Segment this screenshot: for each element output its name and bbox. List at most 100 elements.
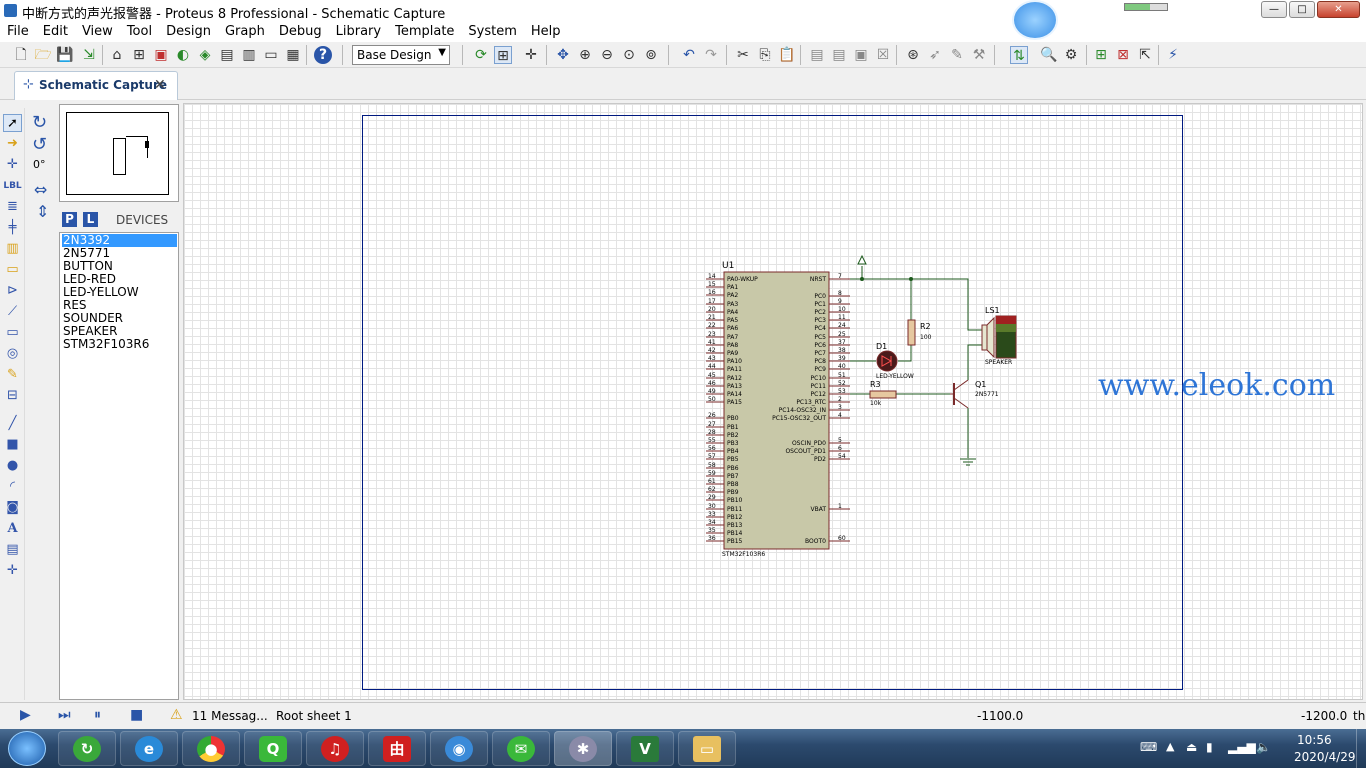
taskbar-app[interactable]: ● xyxy=(182,731,240,766)
tab-close-icon[interactable]: ✕ xyxy=(154,77,166,93)
stop-button[interactable]: ■ xyxy=(130,707,143,723)
virtual-instruments-icon[interactable]: ⊟ xyxy=(3,387,22,405)
exit-to-parent-icon[interactable]: ⇱ xyxy=(1136,46,1154,64)
taskbar-app[interactable]: ▭ xyxy=(678,731,736,766)
tray-arrow-icon[interactable]: ▲ xyxy=(1166,740,1174,753)
zoom-all-icon[interactable]: ⊙ xyxy=(620,46,638,64)
bom-icon[interactable]: ▤ xyxy=(218,46,236,64)
3d-icon[interactable]: ◈ xyxy=(196,46,214,64)
save-icon[interactable]: 💾 xyxy=(56,46,74,64)
clock-date[interactable]: 2020/4/29 xyxy=(1294,750,1356,764)
line-icon[interactable]: ╱ xyxy=(3,415,22,433)
taskbar-app[interactable]: ✱ xyxy=(554,731,612,766)
taskbar-app[interactable]: Q xyxy=(244,731,302,766)
zoom-area-icon[interactable]: ⊚ xyxy=(642,46,660,64)
menu-debug[interactable]: Debug xyxy=(272,22,329,42)
menu-library[interactable]: Library xyxy=(329,22,388,42)
menu-design[interactable]: Design xyxy=(159,22,218,42)
signal-icon[interactable]: ▂▄▆ xyxy=(1228,740,1256,754)
block-rotate-icon[interactable]: ▣ xyxy=(852,46,870,64)
volume-icon[interactable]: 🔈 xyxy=(1256,740,1271,754)
schematic-icon[interactable]: ⊞ xyxy=(130,46,148,64)
device-pins-icon[interactable]: ⊳ xyxy=(3,282,22,300)
design-notes-icon[interactable]: ▥ xyxy=(240,46,258,64)
undo-icon[interactable]: ↶ xyxy=(680,46,698,64)
copy-icon[interactable]: ⎘ xyxy=(756,46,774,64)
keyboard-icon[interactable]: ⌨ xyxy=(1140,740,1157,754)
graph-icon[interactable]: ⟋ xyxy=(3,303,22,321)
device-item[interactable]: STM32F103R6 xyxy=(62,338,177,351)
gerber-icon[interactable]: ◐ xyxy=(174,46,192,64)
taskbar-app[interactable]: ↻ xyxy=(58,731,116,766)
menu-system[interactable]: System xyxy=(461,22,523,42)
mirror-vertical-icon[interactable]: ⇕ xyxy=(36,202,49,221)
messages-count[interactable]: 11 Messag... xyxy=(192,709,268,723)
generator-icon[interactable]: ◎ xyxy=(3,345,22,363)
component-mode-icon[interactable]: ➜ xyxy=(3,135,22,153)
pcb-icon[interactable]: ▣ xyxy=(152,46,170,64)
new-sheet-icon[interactable]: ⊞ xyxy=(1092,46,1110,64)
box-icon[interactable]: ■ xyxy=(3,436,22,454)
library-icon[interactable]: ▭ xyxy=(262,46,280,64)
menu-file[interactable]: File xyxy=(0,22,36,42)
text-script-icon[interactable]: ≣ xyxy=(3,198,22,216)
search-icon[interactable]: 🔍 xyxy=(1040,46,1058,64)
play-button[interactable]: ▶ xyxy=(20,707,31,723)
paste-icon[interactable]: 📋 xyxy=(778,46,796,64)
dock-gadget-icon[interactable] xyxy=(1012,0,1058,40)
origin-icon[interactable]: ✛ xyxy=(522,46,540,64)
packaging-icon[interactable]: ✎ xyxy=(948,46,966,64)
taskbar-app[interactable]: ✉ xyxy=(492,731,550,766)
symbol-icon[interactable]: ▤ xyxy=(3,541,22,559)
taskbar-app[interactable]: e xyxy=(120,731,178,766)
home-icon[interactable]: ⌂ xyxy=(108,46,126,64)
circle-icon[interactable]: ● xyxy=(3,457,22,475)
redo-icon[interactable]: ↷ xyxy=(702,46,720,64)
pick-devices-button[interactable]: P xyxy=(62,212,77,227)
design-explorer-icon[interactable]: ⚡ xyxy=(1164,46,1182,64)
menu-view[interactable]: View xyxy=(75,22,120,42)
show-desktop-button[interactable] xyxy=(1356,729,1366,768)
junction-dot-icon[interactable]: ✛ xyxy=(3,156,22,174)
wire-label-icon[interactable]: LBL xyxy=(3,177,22,195)
minimize-button[interactable]: — xyxy=(1261,1,1287,18)
menu-edit[interactable]: Edit xyxy=(36,22,75,42)
pause-button[interactable]: ⏸ xyxy=(94,707,101,723)
bus-icon[interactable]: ╪ xyxy=(3,219,22,237)
new-file-icon[interactable]: 🗋 xyxy=(12,46,30,64)
grid-icon[interactable]: ⊞ xyxy=(494,46,512,64)
menu-tool[interactable]: Tool xyxy=(120,22,159,42)
arc-icon[interactable]: ◜ xyxy=(3,478,22,496)
path-icon[interactable]: ◙ xyxy=(3,499,22,517)
make-device-icon[interactable]: ➶ xyxy=(926,46,944,64)
text-icon[interactable]: A xyxy=(3,520,22,538)
pan-icon[interactable]: ✥ xyxy=(554,46,572,64)
subcircuit-icon[interactable]: ▥ xyxy=(3,240,22,258)
rotate-clockwise-icon[interactable]: ↻ xyxy=(32,112,47,133)
wire-autoroute-icon[interactable]: ⇅ xyxy=(1010,46,1028,64)
block-move-icon[interactable]: ▤ xyxy=(830,46,848,64)
property-assign-icon[interactable]: ⚙ xyxy=(1062,46,1080,64)
selection-mode-icon[interactable]: ➚ xyxy=(3,114,22,132)
taskbar-app[interactable]: ♫ xyxy=(306,731,364,766)
taskbar-app[interactable]: ◉ xyxy=(430,731,488,766)
delete-sheet-icon[interactable]: ⊠ xyxy=(1114,46,1132,64)
step-button[interactable]: ⏭ xyxy=(58,707,71,723)
rotate-anticlockwise-icon[interactable]: ↺ xyxy=(32,134,47,155)
clock-time[interactable]: 10:56 xyxy=(1297,733,1332,747)
zoom-out-icon[interactable]: ⊖ xyxy=(598,46,616,64)
taskbar-app[interactable]: 由 xyxy=(368,731,426,766)
open-folder-icon[interactable]: 🗁 xyxy=(34,46,52,64)
pick-device-icon[interactable]: ⊛ xyxy=(904,46,922,64)
taskbar-app[interactable]: V xyxy=(616,731,674,766)
design-select[interactable]: Base Design ▼ xyxy=(352,45,450,65)
network-icon[interactable]: ▮ xyxy=(1206,740,1213,754)
menu-help[interactable]: Help xyxy=(524,22,568,42)
library-manager-button[interactable]: L xyxy=(83,212,98,227)
notes-icon[interactable]: ▦ xyxy=(284,46,302,64)
tape-recorder-icon[interactable]: ▭ xyxy=(3,324,22,342)
block-copy-icon[interactable]: ▤ xyxy=(808,46,826,64)
cut-icon[interactable]: ✂ xyxy=(734,46,752,64)
tab-schematic-capture[interactable]: ⊹ Schematic Capture ✕ xyxy=(14,71,178,100)
mirror-horizontal-icon[interactable]: ⇔ xyxy=(34,180,47,199)
